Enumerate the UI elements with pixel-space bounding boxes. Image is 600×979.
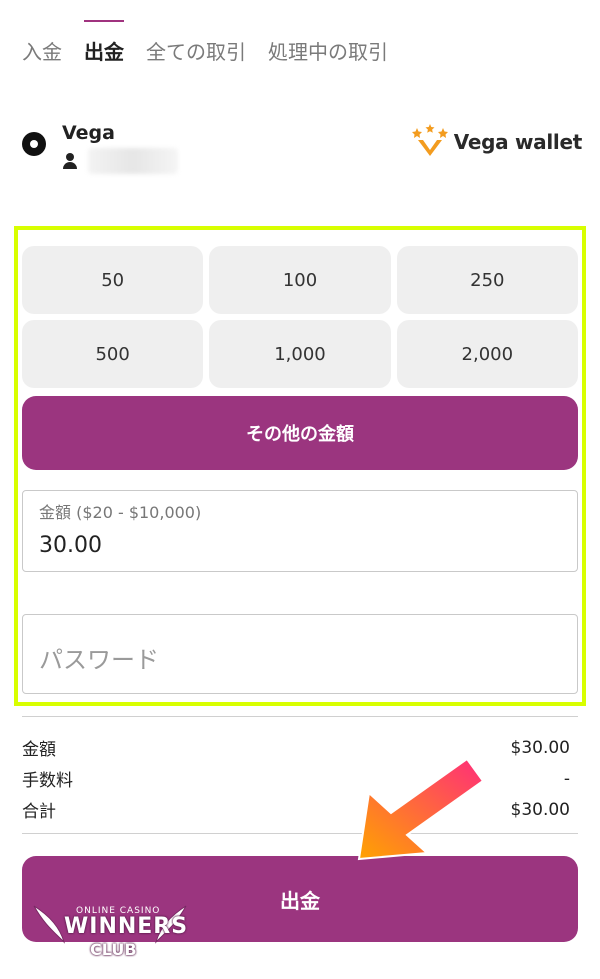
- amount-option-button[interactable]: 250: [396, 246, 578, 314]
- withdraw-summary: 金額 $30.00 手数料 - 合計 $30.00: [22, 732, 570, 825]
- vega-logo-icon: [411, 124, 448, 156]
- method-radio-button[interactable]: [22, 132, 46, 156]
- amount-option-button[interactable]: 100: [209, 246, 391, 314]
- password-input[interactable]: パスワード: [22, 614, 578, 694]
- summary-label: 合計: [22, 802, 56, 822]
- summary-row-fee: 手数料 -: [22, 763, 570, 794]
- brand-name: Vega wallet: [453, 130, 583, 154]
- amount-option-button[interactable]: 2,000: [396, 320, 578, 388]
- tab-pending-transactions[interactable]: 処理中の取引: [268, 36, 388, 73]
- amount-input[interactable]: 金額 ($20 - $10,000) 30.00: [22, 490, 578, 572]
- user-icon: [62, 153, 78, 169]
- summary-label: 金額: [22, 740, 56, 760]
- amount-input-label: 金額 ($20 - $10,000): [39, 503, 202, 522]
- account-line: [62, 148, 178, 174]
- password-placeholder: パスワード: [39, 646, 159, 674]
- amount-option-button[interactable]: 50: [22, 246, 204, 314]
- winners-club-watermark: ONLINE CASINO WINNERS CLUB: [30, 898, 190, 968]
- summary-row-amount: 金額 $30.00: [22, 732, 570, 763]
- tab-withdraw[interactable]: 出金: [84, 20, 124, 73]
- vega-wallet-logo: Vega wallet: [411, 124, 583, 160]
- account-id-redacted: [88, 148, 178, 174]
- summary-value: $30.00: [510, 737, 570, 758]
- transaction-tabs: 入金 出金 全ての取引 処理中の取引: [22, 20, 388, 73]
- summary-value: $30.00: [510, 799, 570, 820]
- divider: [22, 716, 578, 717]
- summary-value: -: [563, 768, 570, 789]
- watermark-sub-text: CLUB: [90, 940, 137, 959]
- summary-row-total: 合計 $30.00: [22, 794, 570, 825]
- amount-input-value: 30.00: [39, 533, 102, 558]
- tab-deposit[interactable]: 入金: [22, 36, 62, 73]
- tab-all-transactions[interactable]: 全ての取引: [146, 36, 246, 73]
- summary-label: 手数料: [22, 771, 73, 791]
- other-amount-button[interactable]: その他の金額: [22, 396, 578, 470]
- divider: [22, 833, 578, 834]
- watermark-main-text: WINNERS: [64, 914, 189, 939]
- amount-presets: 50 100 250 500 1,000 2,000: [22, 246, 578, 388]
- method-name: Vega: [62, 122, 115, 144]
- amount-option-button[interactable]: 500: [22, 320, 204, 388]
- amount-option-button[interactable]: 1,000: [209, 320, 391, 388]
- payment-method-row[interactable]: Vega Vega wallet: [22, 118, 582, 180]
